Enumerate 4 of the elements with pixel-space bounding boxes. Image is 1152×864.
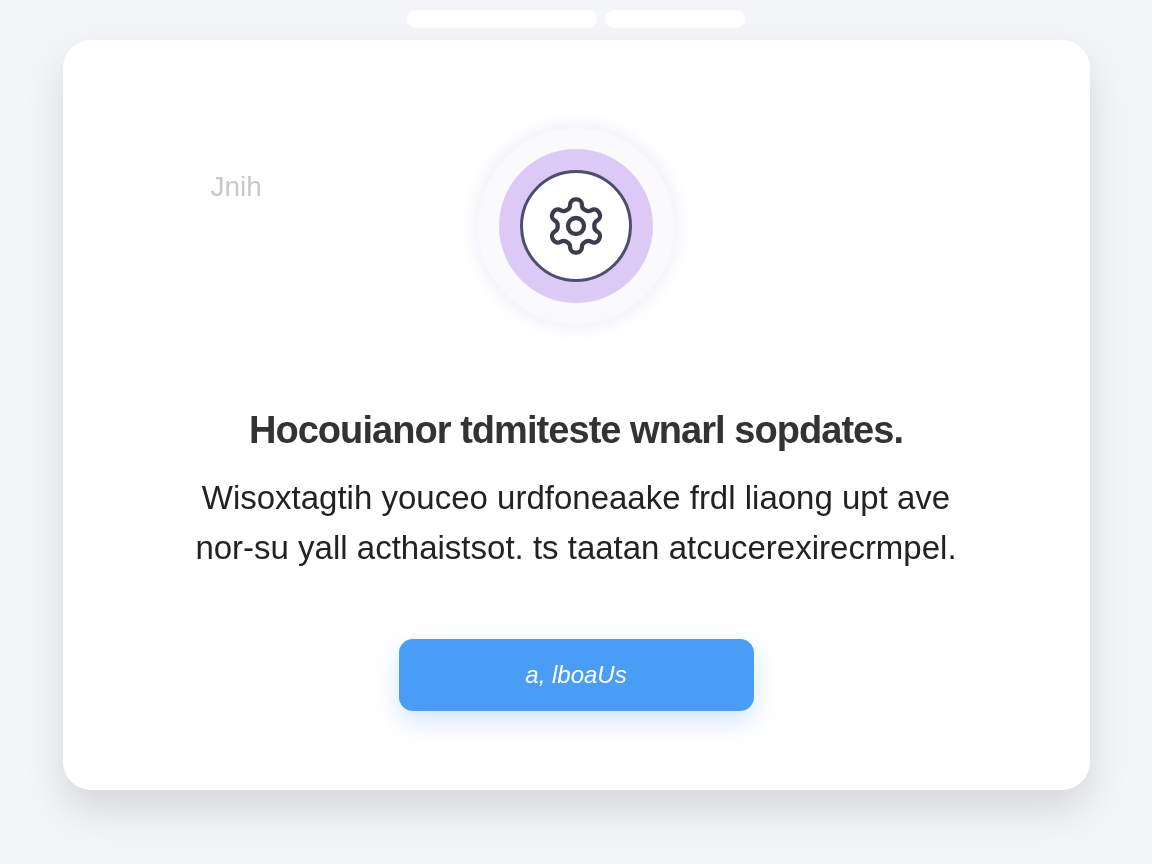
dialog-message-line: nor-su yall acthaistsot. ts taatan atcucerexirecrmpel. xyxy=(195,528,957,568)
dialog-message-line: Wisoxtagtih youceo urdfoneaake frdl liaong upt ave xyxy=(201,478,951,518)
dialog-title: Hocouianor tdmiteste wnarl sopdates. xyxy=(248,408,904,453)
primary-button[interactable]: a, lboaUs xyxy=(398,639,754,711)
